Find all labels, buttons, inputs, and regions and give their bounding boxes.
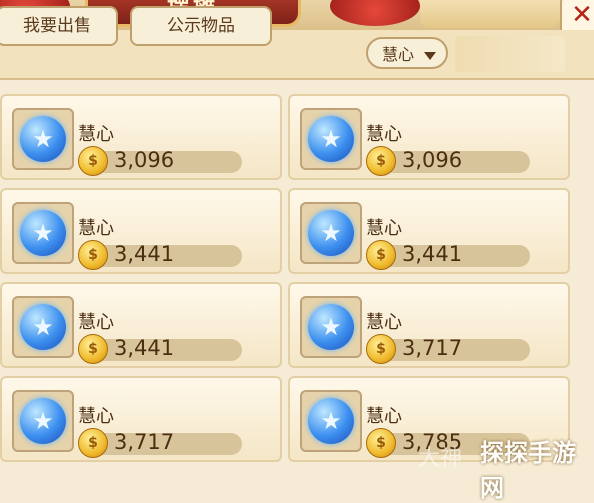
blue-gem-icon bbox=[308, 210, 354, 256]
list-item[interactable]: 慧心 $ 3,096 bbox=[288, 94, 570, 180]
item-price: 3,441 bbox=[402, 242, 463, 266]
list-item[interactable]: 慧心 $ 3,717 bbox=[0, 376, 282, 462]
item-icon-frame bbox=[12, 108, 74, 170]
item-price: 3,441 bbox=[114, 336, 175, 360]
watermark: 探探手游网 bbox=[480, 439, 576, 502]
item-icon-frame bbox=[12, 390, 74, 452]
list-item[interactable]: 慧心 $ 3,096 bbox=[0, 94, 282, 180]
list-item[interactable]: 慧心 $ 3,717 bbox=[288, 282, 570, 368]
coin-icon: $ bbox=[78, 428, 108, 458]
item-name: 慧心 bbox=[78, 312, 114, 333]
filter-selected-label: 慧心 bbox=[382, 45, 415, 64]
blue-gem-icon bbox=[308, 304, 354, 350]
list-item[interactable]: 慧心 $ 3,441 bbox=[0, 188, 282, 274]
blue-gem-icon bbox=[308, 116, 354, 162]
coin-icon: $ bbox=[78, 146, 108, 176]
coin-icon: $ bbox=[78, 240, 108, 270]
item-filter-dropdown[interactable]: 慧心 bbox=[366, 37, 448, 69]
item-icon-frame bbox=[12, 296, 74, 358]
item-price: 3,096 bbox=[114, 148, 175, 172]
tab-sell[interactable]: 我要出售 bbox=[0, 6, 118, 46]
coin-icon: $ bbox=[366, 146, 396, 176]
blue-gem-icon bbox=[20, 210, 66, 256]
item-name: 慧心 bbox=[366, 312, 402, 333]
item-price: 3,717 bbox=[114, 430, 175, 454]
watermark-faint: 大神 bbox=[418, 446, 463, 471]
item-icon-frame bbox=[300, 390, 362, 452]
coin-icon: $ bbox=[366, 240, 396, 270]
scroll-decoration bbox=[455, 36, 565, 72]
coin-icon: $ bbox=[366, 428, 396, 458]
item-icon-frame bbox=[300, 296, 362, 358]
item-icon-frame bbox=[300, 202, 362, 264]
item-price: 3,441 bbox=[114, 242, 175, 266]
item-name: 慧心 bbox=[78, 218, 114, 239]
item-list: 慧心 $ 3,096 慧心 $ 3,096 慧心 $ 3,441 慧心 $ 3,… bbox=[0, 90, 575, 471]
item-name: 慧心 bbox=[366, 124, 402, 145]
tab-public-items[interactable]: 公示物品 bbox=[130, 6, 272, 46]
item-price: 3,096 bbox=[402, 148, 463, 172]
coin-icon: $ bbox=[78, 334, 108, 364]
blue-gem-icon bbox=[20, 398, 66, 444]
item-name: 慧心 bbox=[366, 218, 402, 239]
item-icon-frame bbox=[300, 108, 362, 170]
blue-gem-icon bbox=[20, 116, 66, 162]
item-name: 慧心 bbox=[78, 406, 114, 427]
blue-gem-icon bbox=[20, 304, 66, 350]
decoration-banner bbox=[420, 0, 560, 28]
list-item[interactable]: 慧心 $ 3,441 bbox=[288, 188, 570, 274]
chevron-down-icon bbox=[424, 52, 436, 60]
item-name: 慧心 bbox=[366, 406, 402, 427]
item-price: 3,717 bbox=[402, 336, 463, 360]
blue-gem-icon bbox=[308, 398, 354, 444]
item-icon-frame bbox=[12, 202, 74, 264]
item-name: 慧心 bbox=[78, 124, 114, 145]
list-item[interactable]: 慧心 $ 3,441 bbox=[0, 282, 282, 368]
coin-icon: $ bbox=[366, 334, 396, 364]
